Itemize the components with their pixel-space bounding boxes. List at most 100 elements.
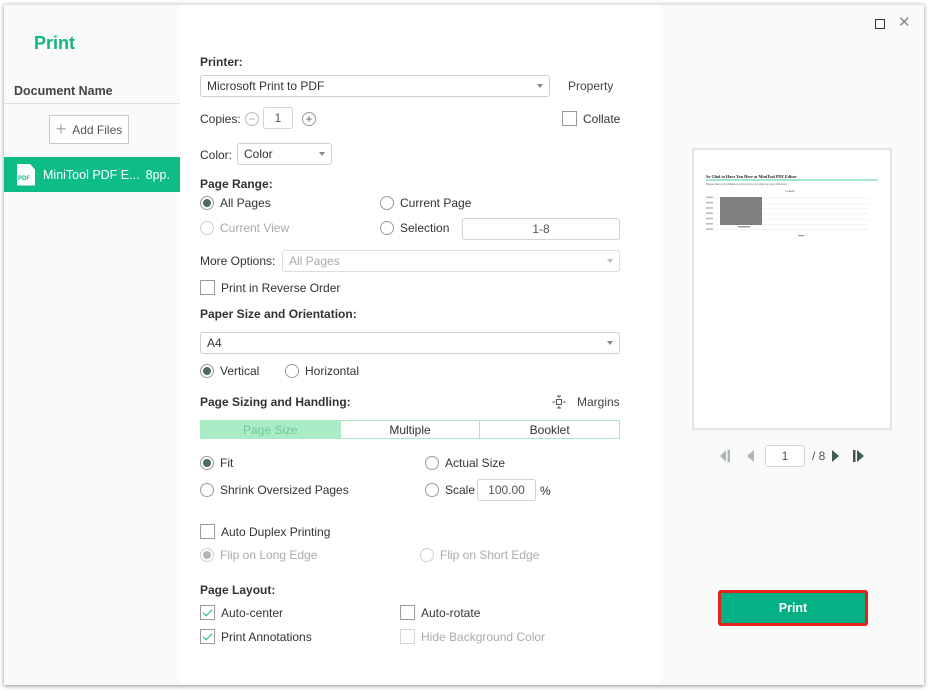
printer-section-title: Printer: — [200, 55, 243, 69]
add-files-button[interactable]: + Add Files — [49, 115, 129, 144]
radio-button — [200, 221, 214, 235]
copies-label: Copies: — [200, 112, 241, 126]
auto-duplex-checkbox[interactable] — [200, 524, 215, 539]
radio-button[interactable] — [380, 221, 394, 235]
radio-label: Vertical — [220, 364, 260, 378]
decrease-copies-button[interactable]: − — [245, 112, 259, 126]
radio-selection[interactable]: Selection — [380, 221, 449, 235]
print-button[interactable]: Print — [718, 590, 868, 626]
radio-label: Scale — [445, 483, 476, 497]
plus-icon: + — [55, 118, 67, 139]
tab-page-size[interactable]: Page Size — [201, 421, 340, 438]
thumbnail-toc-label — [706, 228, 713, 230]
page-number-input[interactable]: 1 — [765, 445, 805, 467]
svg-text:So Glad to Have You Here at Mi: So Glad to Have You Here at MiniTool PDF… — [706, 174, 797, 179]
preview-panel: ✕ So Glad to Have You Here at MiniTool P… — [660, 5, 924, 685]
svg-text:Please take a few minutes to k: Please take a few minutes to know how we… — [706, 182, 788, 186]
thumbnail-toc-label — [706, 212, 713, 214]
auto-rotate-checkbox[interactable] — [400, 605, 415, 620]
hide-background-row: Hide Background Color — [400, 629, 545, 644]
settings-panel: Printer: Microsoft Print to PDF Property… — [180, 5, 660, 685]
thumbnail-toc-label — [706, 207, 713, 209]
radio-button — [420, 548, 434, 562]
chevron-down-icon — [319, 152, 325, 156]
tab-multiple[interactable]: Multiple — [339, 421, 480, 438]
auto-rotate-row[interactable]: Auto-rotate — [400, 605, 480, 620]
radio-label: Actual Size — [445, 456, 506, 470]
radio-vertical[interactable]: Vertical — [200, 364, 259, 378]
radio-label: Horizontal — [305, 364, 360, 378]
radio-label: Flip on Long Edge — [220, 548, 318, 562]
radio-button[interactable] — [285, 364, 299, 378]
last-page-icon[interactable] — [852, 450, 866, 462]
reverse-order-checkbox[interactable] — [200, 280, 215, 295]
print-annotations-row[interactable]: Print Annotations — [200, 629, 312, 644]
page-range-title: Page Range: — [200, 177, 273, 191]
radio-flip-long-edge: Flip on Long Edge — [200, 548, 317, 562]
chevron-down-icon — [607, 259, 613, 263]
radio-current-page[interactable]: Current Page — [380, 196, 471, 210]
copies-input[interactable]: 1 — [263, 107, 293, 129]
sizing-tabs: Page Size Multiple Booklet — [200, 420, 620, 439]
maximize-icon[interactable] — [875, 19, 885, 29]
margins-icon[interactable] — [552, 395, 566, 409]
radio-button[interactable] — [200, 196, 214, 210]
color-label: Color: — [200, 148, 233, 162]
print-dialog: Print Document Name + Add Files PDF Mini… — [4, 4, 924, 685]
add-files-label: Add Files — [72, 122, 123, 137]
reverse-order-label: Print in Reverse Order — [221, 280, 341, 295]
color-select-value: Color — [244, 147, 273, 161]
radio-button — [200, 548, 214, 562]
page-navigator: 1 / 8 — [660, 445, 924, 467]
previous-page-icon[interactable] — [746, 450, 756, 462]
margins-link[interactable]: Margins — [577, 395, 620, 409]
chevron-down-icon — [607, 341, 613, 345]
first-page-icon[interactable] — [718, 450, 732, 462]
page-preview: So Glad to Have You Here at MiniTool PDF… — [692, 148, 892, 430]
radio-all-pages[interactable]: All Pages — [200, 196, 271, 210]
collate-checkbox[interactable] — [562, 111, 577, 126]
collate-checkbox-row[interactable]: Collate — [562, 111, 620, 126]
color-select[interactable]: Color — [237, 143, 332, 165]
paper-size-select[interactable]: A4 — [200, 332, 620, 354]
radio-button[interactable] — [200, 364, 214, 378]
increase-copies-button[interactable]: + — [302, 112, 316, 126]
more-options-label: More Options: — [200, 254, 276, 268]
reverse-order-row[interactable]: Print in Reverse Order — [200, 280, 340, 295]
radio-label: All Pages — [220, 196, 271, 210]
radio-actual-size[interactable]: Actual Size — [425, 456, 505, 470]
page-total: / 8 — [812, 449, 826, 463]
radio-button[interactable] — [380, 196, 394, 210]
auto-center-checkbox[interactable] — [200, 605, 215, 620]
radio-button[interactable] — [200, 456, 214, 470]
page-thumbnail: So Glad to Have You Here at MiniTool PDF… — [706, 174, 878, 237]
collate-label: Collate — [583, 111, 621, 126]
close-icon[interactable]: ✕ — [898, 15, 911, 30]
auto-duplex-row[interactable]: Auto Duplex Printing — [200, 524, 330, 539]
radio-label: Current Page — [400, 196, 472, 210]
radio-scale[interactable]: Scale — [425, 483, 475, 497]
radio-button[interactable] — [425, 456, 439, 470]
radio-button[interactable] — [200, 483, 214, 497]
auto-center-row[interactable]: Auto-center — [200, 605, 283, 620]
print-annotations-checkbox[interactable] — [200, 629, 215, 644]
radio-button[interactable] — [425, 483, 439, 497]
auto-rotate-label: Auto-rotate — [421, 605, 481, 620]
hide-background-checkbox — [400, 629, 415, 644]
svg-text:Content: Content — [785, 189, 795, 193]
next-page-icon[interactable] — [831, 450, 841, 462]
print-annotations-label: Print Annotations — [221, 629, 312, 644]
printer-select[interactable]: Microsoft Print to PDF — [200, 75, 550, 97]
radio-flip-short-edge: Flip on Short Edge — [420, 548, 539, 562]
radio-fit[interactable]: Fit — [200, 456, 233, 470]
thumbnail-toc-label — [706, 201, 713, 204]
selection-range-input[interactable]: 1-8 — [462, 218, 620, 240]
radio-label: Current View — [220, 221, 290, 235]
auto-duplex-label: Auto Duplex Printing — [221, 524, 331, 539]
property-link[interactable]: Property — [568, 79, 613, 93]
file-list-item[interactable]: PDF MiniTool PDF E... 8pp. — [4, 157, 180, 192]
radio-shrink-oversized[interactable]: Shrink Oversized Pages — [200, 483, 349, 497]
radio-horizontal[interactable]: Horizontal — [285, 364, 359, 378]
tab-booklet[interactable]: Booklet — [479, 421, 620, 438]
scale-input[interactable]: 100.00 — [477, 479, 536, 501]
